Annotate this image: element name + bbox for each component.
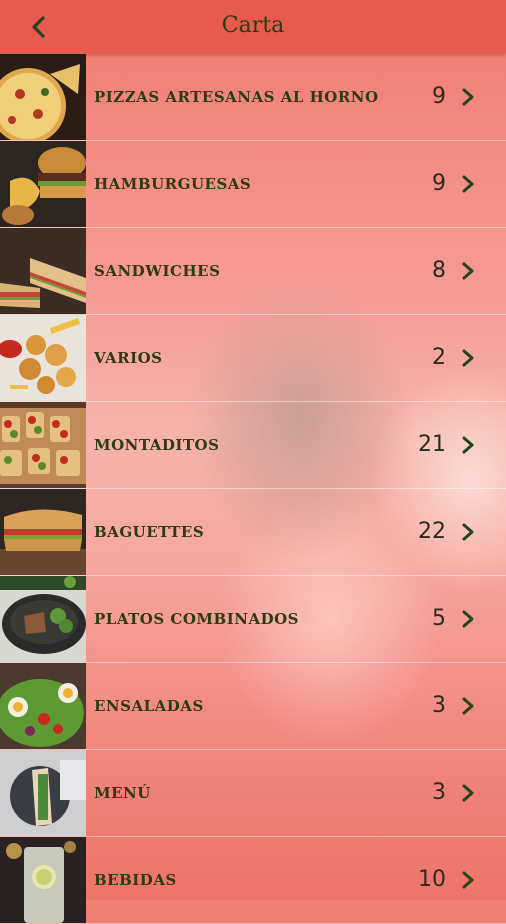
category-row-montaditos[interactable]: MONTADITOS 21: [0, 402, 506, 489]
category-label: HAMBURGUESAS: [94, 175, 252, 193]
category-label: ENSALADAS: [94, 697, 204, 715]
sandwich-image: [0, 228, 86, 314]
item-count: 3: [432, 693, 446, 718]
item-count: 8: [432, 258, 446, 283]
fried-food-image: [0, 315, 86, 401]
category-row-pizzas[interactable]: PIZZAS ARTESANAS AL HORNO 9: [0, 54, 506, 141]
category-row-ensaladas[interactable]: ENSALADAS 3: [0, 663, 506, 750]
category-label: BEBIDAS: [94, 871, 177, 889]
item-count: 2: [432, 345, 446, 370]
burger-image: [0, 141, 86, 227]
pizza-image: [0, 54, 86, 140]
chevron-right-icon: [462, 784, 474, 802]
chevron-right-icon: [462, 697, 474, 715]
menu-plate-image: [0, 750, 86, 836]
item-count: 21: [418, 432, 446, 457]
category-label: MONTADITOS: [94, 436, 220, 454]
combined-plate-image: [0, 576, 86, 662]
baguette-image: [0, 489, 86, 575]
category-row-baguettes[interactable]: BAGUETTES 22: [0, 489, 506, 576]
montaditos-image: [0, 402, 86, 488]
chevron-right-icon: [462, 262, 474, 280]
item-count: 10: [418, 867, 446, 892]
chevron-right-icon: [462, 175, 474, 193]
item-count: 9: [432, 171, 446, 196]
chevron-right-icon: [462, 523, 474, 541]
chevron-right-icon: [462, 88, 474, 106]
category-row-platos-combinados[interactable]: PLATOS COMBINADOS 5: [0, 576, 506, 663]
chevron-right-icon: [462, 610, 474, 628]
drink-image: [0, 837, 86, 923]
category-row-sandwiches[interactable]: SANDWICHES 8: [0, 228, 506, 315]
category-label: VARIOS: [94, 349, 163, 367]
chevron-right-icon: [462, 436, 474, 454]
category-row-bebidas[interactable]: BEBIDAS 10: [0, 837, 506, 924]
salad-image: [0, 663, 86, 749]
item-count: 22: [418, 519, 446, 544]
item-count: 9: [432, 84, 446, 109]
category-label: PLATOS COMBINADOS: [94, 610, 299, 628]
page-title: Carta: [221, 13, 285, 38]
chevron-right-icon: [462, 871, 474, 889]
category-label: SANDWICHES: [94, 262, 221, 280]
category-label: MENÚ: [94, 784, 151, 802]
app-header: Carta: [0, 0, 506, 54]
category-row-hamburguesas[interactable]: HAMBURGUESAS 9: [0, 141, 506, 228]
category-label: PIZZAS ARTESANAS AL HORNO: [94, 88, 379, 106]
category-row-varios[interactable]: VARIOS 2: [0, 315, 506, 402]
item-count: 3: [432, 780, 446, 805]
category-label: BAGUETTES: [94, 523, 205, 541]
chevron-right-icon: [462, 349, 474, 367]
category-list: PIZZAS ARTESANAS AL HORNO 9 HAMBURGUESAS…: [0, 54, 506, 924]
category-row-menu[interactable]: MENÚ 3: [0, 750, 506, 837]
item-count: 5: [432, 606, 446, 631]
